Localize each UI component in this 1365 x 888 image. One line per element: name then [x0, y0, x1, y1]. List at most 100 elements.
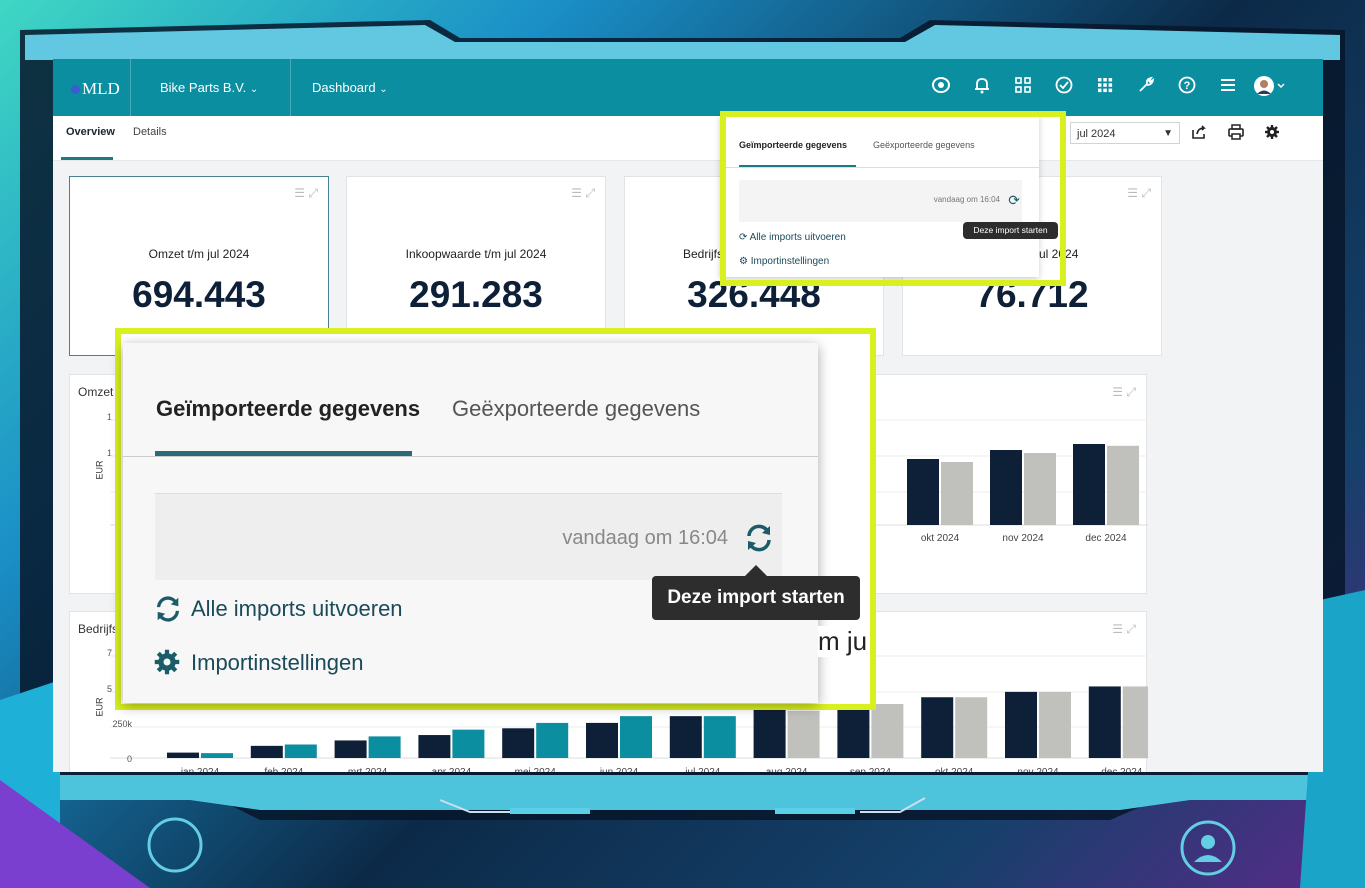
gear-icon[interactable]	[1263, 124, 1281, 142]
section-selector[interactable]: Dashboard ⌄	[312, 80, 388, 95]
divider	[130, 59, 131, 116]
tab-exported[interactable]: Geëxporteerde gegevens	[452, 396, 700, 422]
y-tick-label: 5	[107, 684, 112, 694]
import-settings-link[interactable]: Importinstellingen	[153, 648, 363, 678]
bar	[368, 736, 401, 758]
top-navbar: MLD Bike Parts B.V. ⌄ Dashboard ⌄ ?	[53, 59, 1323, 116]
x-tick-label: okt 2024	[921, 533, 960, 544]
tooltip: Deze import starten	[652, 576, 860, 620]
x-tick-label: dec 2024	[1101, 767, 1143, 772]
card-menu-icon[interactable]: ☰ ⤢	[571, 186, 595, 201]
apps-grid-icon[interactable]	[1094, 75, 1116, 97]
divider	[290, 59, 291, 116]
kpi-value: 694.443	[132, 274, 266, 315]
bar	[921, 697, 954, 758]
bar	[787, 710, 820, 758]
period-select[interactable]: jul 2024 ▼	[1070, 122, 1180, 144]
tab-details[interactable]: Details	[133, 126, 167, 138]
bar	[167, 752, 199, 758]
y-tick-label: 7	[107, 648, 112, 658]
bar	[871, 704, 904, 758]
avatar[interactable]	[1253, 75, 1285, 97]
x-tick-label: sep 2024	[850, 767, 892, 772]
check-circle-icon[interactable]	[1053, 75, 1075, 97]
caret-down-icon: ▼	[1163, 128, 1173, 139]
bar	[955, 697, 988, 758]
bar	[669, 716, 702, 758]
bar	[703, 716, 736, 758]
company-selector[interactable]: Bike Parts B.V. ⌄	[160, 80, 258, 95]
bar	[418, 735, 451, 758]
divider	[123, 456, 818, 457]
x-tick-label: jul 2024	[684, 767, 720, 772]
x-tick-label: feb 2024	[264, 767, 303, 772]
tab-imported[interactable]: Geïmporteerde gegevens	[156, 396, 420, 422]
bar	[990, 450, 1022, 525]
highlight-box	[720, 111, 1066, 286]
bar	[907, 459, 939, 525]
mld-logo[interactable]: MLD	[71, 79, 120, 99]
bar	[284, 744, 317, 758]
bar	[1088, 686, 1121, 758]
bar	[586, 722, 618, 758]
import-row: vandaag om 16:04	[155, 493, 782, 580]
bar	[1122, 686, 1148, 758]
bar	[1024, 453, 1056, 525]
hamburger-icon[interactable]	[1217, 75, 1239, 97]
kpi-title: Bedrijfs	[683, 247, 724, 261]
chevron-down-icon: ⌄	[249, 84, 259, 95]
org-icon[interactable]	[1012, 75, 1034, 97]
chart-title-partial: m jul	[818, 626, 868, 657]
section-label: Dashboard	[312, 80, 376, 95]
x-tick-label: okt 2024	[935, 767, 974, 772]
bar	[620, 716, 652, 758]
card-menu-icon[interactable]: ☰ ⤢	[1127, 186, 1151, 201]
kpi-title: Inkoopwaarde t/m jul 2024	[405, 247, 547, 261]
bar	[201, 753, 233, 758]
bar	[250, 745, 283, 758]
tooltip-arrow	[745, 565, 767, 576]
x-tick-label: mei 2024	[515, 767, 557, 772]
run-all-label: Alle imports uitvoeren	[191, 596, 403, 621]
help-icon[interactable]: ?	[1176, 75, 1198, 97]
svg-text:?: ?	[1184, 80, 1191, 92]
bar	[1073, 444, 1105, 525]
import-popup-zoomed: Geïmporteerde gegevens Geëxporteerde geg…	[123, 343, 818, 703]
bell-icon[interactable]	[971, 75, 993, 97]
company-label: Bike Parts B.V.	[160, 80, 247, 95]
x-tick-label: jan 2024	[180, 767, 220, 772]
share-icon[interactable]	[1190, 124, 1208, 142]
bar	[941, 462, 973, 525]
x-tick-label: dec 2024	[1085, 533, 1127, 544]
print-icon[interactable]	[1227, 124, 1245, 142]
bar	[1039, 691, 1071, 758]
refresh-icon	[153, 594, 183, 624]
logo-text: MLD	[82, 79, 120, 98]
period-value: jul 2024	[1077, 128, 1116, 140]
x-tick-label: jun 2024	[599, 767, 639, 772]
bar	[502, 728, 535, 758]
bar	[1107, 445, 1139, 525]
bar	[536, 722, 569, 758]
bar	[334, 740, 367, 758]
run-all-imports-link[interactable]: Alle imports uitvoeren	[153, 594, 403, 624]
import-settings-label: Importinstellingen	[191, 650, 364, 675]
gear-icon	[153, 648, 183, 678]
bar	[837, 704, 870, 758]
bar	[1005, 691, 1037, 758]
eye-icon[interactable]	[930, 75, 952, 97]
x-tick-label: nov 2024	[1002, 533, 1044, 544]
x-tick-label: nov 2024	[1017, 767, 1059, 772]
tab-overview[interactable]: Overview	[66, 126, 115, 138]
y-tick-label: 0	[127, 754, 132, 764]
y-tick-label: 250k	[112, 719, 132, 729]
bar	[452, 729, 485, 758]
x-tick-label: apr 2024	[432, 767, 472, 772]
active-tab-indicator	[61, 157, 113, 160]
refresh-icon[interactable]	[743, 522, 775, 554]
bar	[753, 709, 786, 758]
kpi-value: 291.283	[409, 274, 543, 315]
kpi-title: Omzet t/m jul 2024	[148, 247, 250, 261]
card-menu-icon[interactable]: ☰ ⤢	[294, 186, 318, 201]
wrench-icon[interactable]	[1135, 75, 1157, 97]
